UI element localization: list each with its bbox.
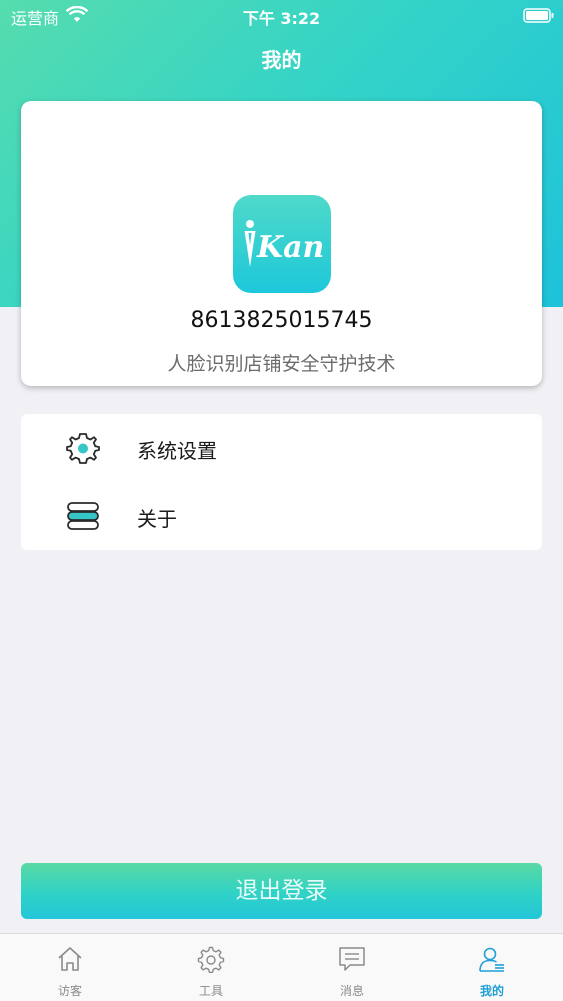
- menu-card: 系统设置 关于: [21, 414, 542, 550]
- phone-number: 8613825015745: [190, 308, 373, 333]
- tab-messages-label: 消息: [339, 984, 364, 998]
- app-logo: Kan: [233, 195, 331, 293]
- tab-bar: 访客 工具 消息 我的: [0, 933, 563, 1001]
- profile-card: Kan 8613825015745 人脸识别店铺安全守护技术: [21, 101, 542, 386]
- menu-item-about[interactable]: 关于: [21, 482, 542, 550]
- tab-tools-label: 工具: [198, 984, 223, 998]
- gear-icon: [197, 946, 225, 973]
- tab-visitors-label: 访客: [57, 984, 82, 998]
- tab-visitors[interactable]: 访客: [0, 934, 140, 1001]
- battery-icon: [523, 8, 554, 23]
- app-logo-graphic: Kan: [244, 220, 324, 267]
- status-bar: 运营商 下午 3:22: [0, 0, 563, 32]
- menu-item-about-label: 关于: [137, 507, 177, 531]
- app-logo-text: Kan: [256, 230, 324, 265]
- menu-item-settings-label: 系统设置: [137, 439, 217, 463]
- logout-button[interactable]: 退出登录: [21, 863, 542, 919]
- menu-item-settings[interactable]: 系统设置: [21, 414, 542, 482]
- message-icon: [339, 947, 365, 971]
- tab-mine-label: 我的: [479, 984, 504, 998]
- tab-tools[interactable]: 工具: [141, 934, 281, 1001]
- tab-mine[interactable]: 我的: [422, 934, 562, 1001]
- database-icon: [67, 502, 99, 530]
- home-icon: [58, 947, 82, 971]
- gear-icon: [66, 433, 100, 464]
- user-icon: [479, 947, 504, 972]
- tagline: 人脸识别店铺安全守护技术: [167, 353, 396, 375]
- tab-messages[interactable]: 消息: [282, 934, 422, 1001]
- status-time: 下午 3:22: [242, 9, 321, 28]
- page-title: 我的: [261, 48, 302, 72]
